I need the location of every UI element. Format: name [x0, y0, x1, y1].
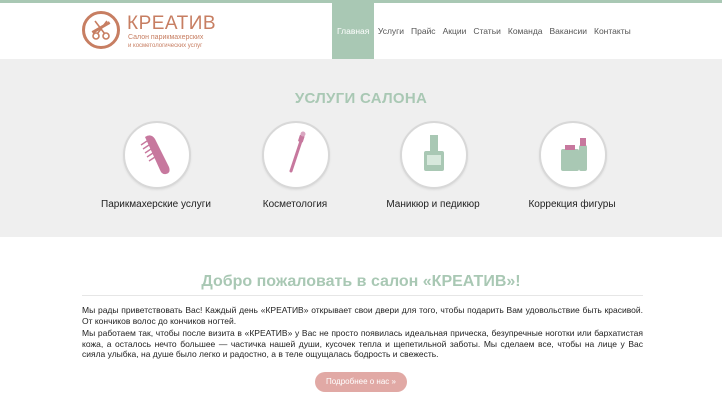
- site-header: КРЕАТИВ Салон парикмахерских и косметоло…: [0, 3, 722, 59]
- nav-item-home[interactable]: Главная: [332, 3, 375, 59]
- service-label-hairdressing: Парикмахерские услуги: [101, 199, 211, 210]
- brush-icon: [262, 121, 330, 189]
- welcome-divider: [82, 295, 643, 296]
- service-hairdressing[interactable]: Парикмахерские услуги: [86, 121, 226, 221]
- brand-subtitle-1: Салон парикмахерских: [128, 34, 204, 41]
- nav-item-team[interactable]: Команда: [504, 3, 546, 59]
- welcome-title: Добро пожаловать в салон «КРЕАТИВ»!: [201, 273, 521, 290]
- nav-item-promos[interactable]: Акции: [439, 3, 470, 59]
- welcome-paragraph-1: Мы рады приветствовать Вас! Каждый день …: [82, 305, 643, 326]
- about-more-button[interactable]: Подробнее о нас »: [315, 372, 407, 392]
- brand-subtitle-2: и косметологических услуг: [128, 43, 203, 49]
- bottles-icon: [539, 121, 607, 189]
- nav-item-vacancies[interactable]: Вакансии: [546, 3, 590, 59]
- nav-item-prices[interactable]: Прайс: [408, 3, 440, 59]
- services-section: УСЛУГИ САЛОНА Парикмахерские услуги Косм…: [0, 59, 722, 237]
- brand-title: КРЕАТИВ: [127, 13, 217, 34]
- service-label-manicure: Маникюр и педикюр: [386, 199, 480, 210]
- service-label-cosmetology: Косметология: [262, 199, 328, 210]
- nav-item-contacts[interactable]: Контакты: [591, 3, 635, 59]
- service-body-correction[interactable]: Коррекция фигуры: [502, 121, 642, 221]
- service-cosmetology[interactable]: Косметология: [225, 121, 365, 221]
- nav-item-services[interactable]: Услуги: [374, 3, 407, 59]
- nail-polish-icon: [400, 121, 468, 189]
- scissors-comb-icon: [82, 11, 120, 49]
- service-label-body-correction: Коррекция фигуры: [528, 199, 616, 210]
- welcome-paragraph-2: Мы работаем так, чтобы после визита в «К…: [82, 328, 643, 359]
- logo[interactable]: КРЕАТИВ Салон парикмахерских и косметоло…: [82, 9, 222, 55]
- services-title: УСЛУГИ САЛОНА: [294, 90, 428, 107]
- service-manicure[interactable]: Маникюр и педикюр: [363, 121, 503, 221]
- comb-icon: [123, 121, 191, 189]
- main-nav: Главная Услуги Прайс Акции Статьи Команд…: [332, 3, 634, 59]
- nav-item-articles[interactable]: Статьи: [470, 3, 505, 59]
